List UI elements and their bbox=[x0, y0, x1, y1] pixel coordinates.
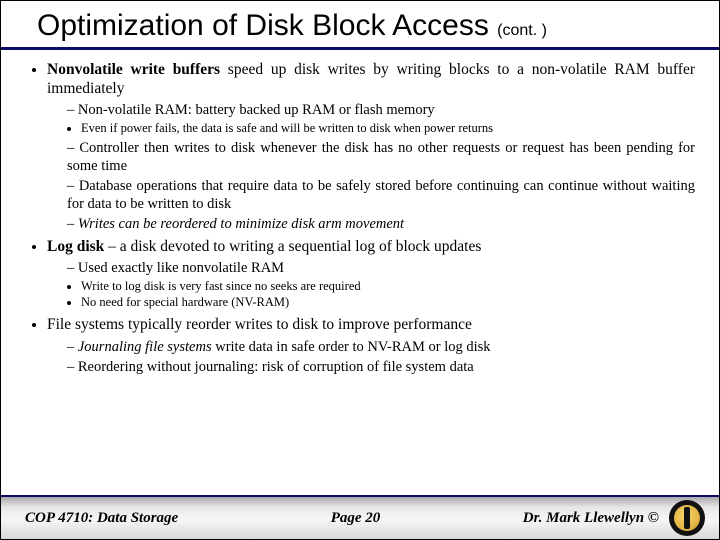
bullet-2: Log disk – a disk devoted to writing a s… bbox=[47, 237, 695, 311]
bullet-1-sub1: Non-volatile RAM: battery backed up RAM … bbox=[67, 101, 695, 119]
ucf-logo-icon bbox=[669, 500, 705, 536]
title-main: Optimization of Disk Block Access bbox=[37, 9, 489, 42]
bullet-1: Nonvolatile write buffers speed up disk … bbox=[47, 60, 695, 233]
bullet-3-sub1: Journaling file systems write data in sa… bbox=[67, 338, 695, 356]
title-area: Optimization of Disk Block Access (cont.… bbox=[1, 1, 719, 50]
footer-right: Dr. Mark Llewellyn © bbox=[523, 500, 705, 536]
bullet-2-rest: – a disk devoted to writing a sequential… bbox=[104, 238, 481, 255]
footer-author: Dr. Mark Llewellyn © bbox=[523, 510, 659, 527]
title-cont: (cont. ) bbox=[497, 22, 547, 39]
bullet-3: File systems typically reorder writes to… bbox=[47, 315, 695, 334]
bullet-1-sub1a: Even if power fails, the data is safe an… bbox=[81, 121, 695, 137]
footer: COP 4710: Data Storage Page 20 Dr. Mark … bbox=[1, 495, 719, 539]
bullet-1-sub3: Database operations that require data to… bbox=[67, 177, 695, 213]
bullet-1-sub2: Controller then writes to disk whenever … bbox=[67, 139, 695, 175]
slide-title: Optimization of Disk Block Access (cont.… bbox=[37, 9, 689, 43]
bullet-2-sub1b: No need for special hardware (NV-RAM) bbox=[81, 295, 695, 311]
bullet-3-sub2: Reordering without journaling: risk of c… bbox=[67, 358, 695, 376]
footer-page: Page 20 bbox=[331, 510, 381, 527]
slide-body: Nonvolatile write buffers speed up disk … bbox=[1, 50, 719, 539]
bullet-1-sub4: Writes can be reordered to minimize disk… bbox=[67, 215, 695, 233]
slide: Optimization of Disk Block Access (cont.… bbox=[0, 0, 720, 540]
bullet-2-term: Log disk bbox=[47, 238, 104, 255]
bullet-2-sub1a: Write to log disk is very fast since no … bbox=[81, 279, 695, 295]
footer-course: COP 4710: Data Storage bbox=[25, 510, 178, 527]
bullet-1-term: Nonvolatile write buffers bbox=[47, 61, 220, 78]
bullet-list: Nonvolatile write buffers speed up disk … bbox=[25, 60, 695, 334]
bullet-2-sub1: Used exactly like nonvolatile RAM bbox=[67, 259, 695, 277]
